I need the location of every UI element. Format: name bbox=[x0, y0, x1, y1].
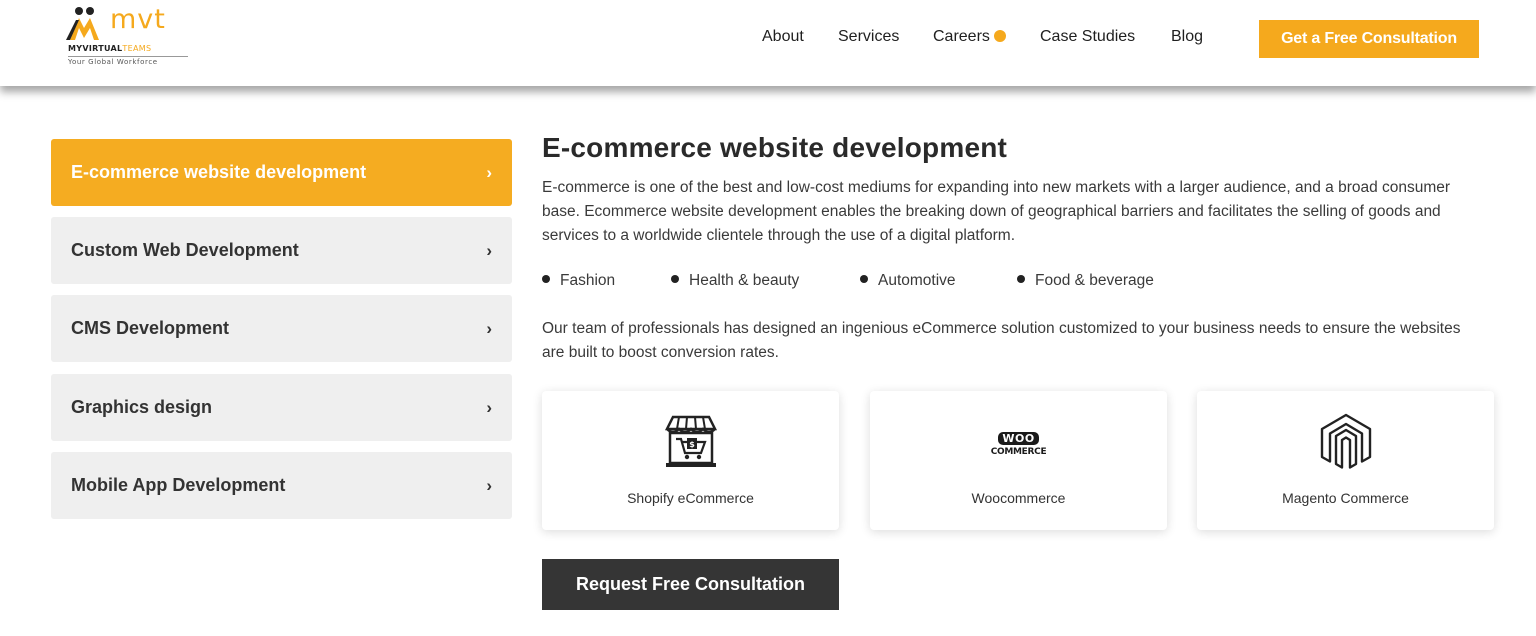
list-item: Automotive bbox=[860, 272, 956, 290]
platform-card-magento[interactable]: Magento Commerce bbox=[1197, 391, 1494, 530]
shopify-store-icon: $ bbox=[542, 413, 839, 469]
nav-careers-label: Careers bbox=[933, 28, 990, 45]
nav-blog[interactable]: Blog bbox=[1171, 28, 1203, 46]
chevron-right-icon: › bbox=[486, 318, 492, 338]
svg-text:$: $ bbox=[689, 440, 695, 449]
sidebar-item-mobile-app[interactable]: Mobile App Development › bbox=[51, 452, 512, 519]
list-item: Food & beverage bbox=[1017, 272, 1154, 290]
request-consultation-button[interactable]: Request Free Consultation bbox=[542, 559, 839, 610]
platform-label: Shopify eCommerce bbox=[627, 490, 754, 506]
careers-indicator-dot bbox=[993, 30, 1006, 42]
list-item: Health & beauty bbox=[671, 272, 799, 290]
platform-card-shopify[interactable]: $ Shopify eCommerce bbox=[542, 391, 839, 530]
free-consultation-button[interactable]: Get a Free Consultation bbox=[1259, 20, 1479, 58]
nav-about[interactable]: About bbox=[762, 28, 804, 46]
bullet-dot-icon bbox=[860, 275, 868, 283]
bullet-dot-icon bbox=[671, 275, 679, 283]
logo-wordmark: mvt bbox=[110, 4, 166, 35]
logo-tagline: Your Global Workforce bbox=[68, 56, 188, 66]
nav-services[interactable]: Services bbox=[838, 28, 899, 46]
platform-label: Woocommerce bbox=[971, 490, 1066, 506]
chevron-right-icon: › bbox=[486, 240, 492, 260]
woocommerce-logo-icon: WOO COMMERCE bbox=[990, 432, 1047, 457]
nav-careers[interactable]: Careers bbox=[933, 28, 1006, 46]
chevron-right-icon: › bbox=[486, 397, 492, 417]
magento-logo-icon bbox=[1197, 413, 1494, 469]
list-item: Fashion bbox=[542, 272, 615, 290]
chevron-right-icon: › bbox=[486, 162, 492, 182]
intro-paragraph: E-commerce is one of the best and low-co… bbox=[542, 179, 1451, 244]
sidebar-item-cms[interactable]: CMS Development › bbox=[51, 295, 512, 362]
sidebar-item-label: CMS Development bbox=[71, 318, 230, 338]
sidebar-item-custom-web[interactable]: Custom Web Development › bbox=[51, 217, 512, 284]
bullet-dot-icon bbox=[1017, 275, 1025, 283]
sidebar-item-graphics[interactable]: Graphics design › bbox=[51, 374, 512, 441]
platform-label: Magento Commerce bbox=[1282, 490, 1409, 506]
sidebar-item-label: E-commerce website development bbox=[71, 162, 367, 182]
platform-card-woocommerce[interactable]: WOO COMMERCE Woocommerce bbox=[870, 391, 1167, 530]
mvt-logo[interactable]: mvt MYVIRTUALTEAMS Your Global Workforce bbox=[66, 4, 196, 68]
page-title: E-commerce website development bbox=[542, 132, 1008, 163]
sidebar-item-label: Graphics design bbox=[71, 397, 213, 417]
bullet-dot-icon bbox=[542, 275, 550, 283]
site-header: mvt MYVIRTUALTEAMS Your Global Workforce… bbox=[0, 0, 1536, 86]
body-paragraph: Our team of professionals has designed a… bbox=[542, 320, 1461, 361]
team-figures-icon bbox=[66, 7, 99, 40]
sidebar-item-label: Mobile App Development bbox=[71, 475, 286, 495]
chevron-right-icon: › bbox=[486, 475, 492, 495]
sidebar-item-ecommerce[interactable]: E-commerce website development › bbox=[51, 139, 512, 206]
nav-case-studies[interactable]: Case Studies bbox=[1040, 28, 1135, 46]
logo-brand-text: MYVIRTUALTEAMS bbox=[68, 44, 152, 53]
sidebar-item-label: Custom Web Development bbox=[71, 240, 299, 260]
